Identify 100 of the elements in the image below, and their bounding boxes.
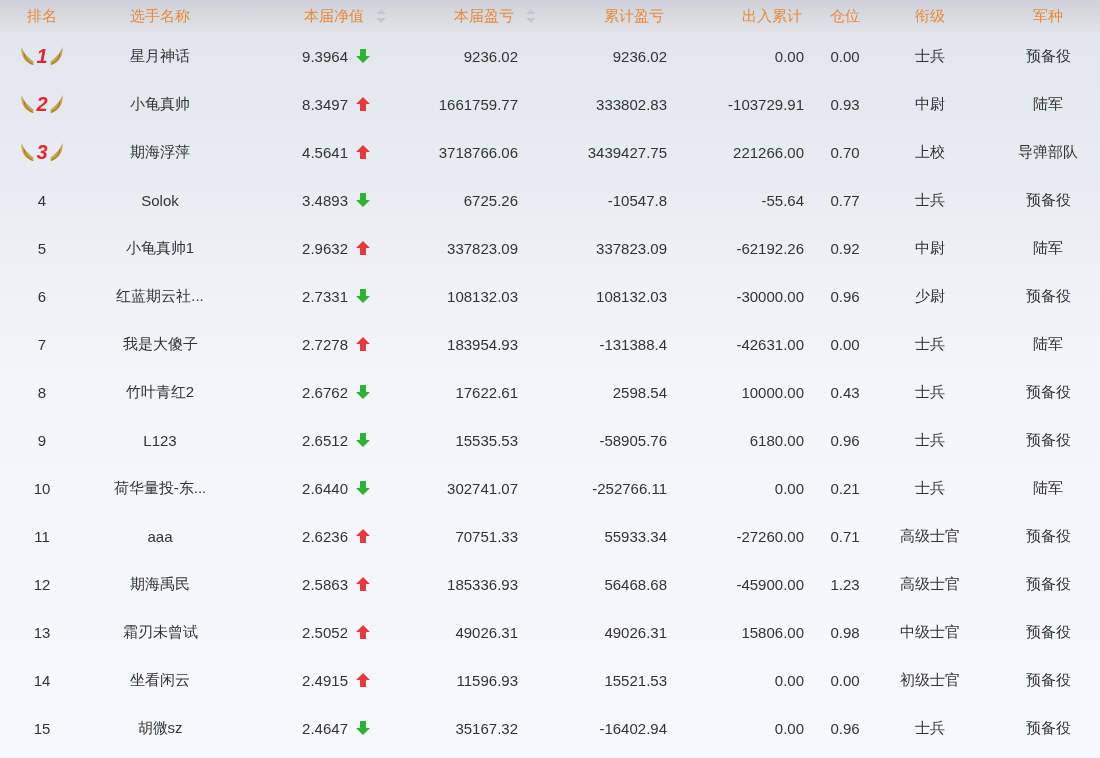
column-header: 衔级 bbox=[915, 6, 945, 26]
table-cell: 预备役 bbox=[1025, 622, 1071, 642]
table-cell: -42631.00 bbox=[736, 335, 804, 353]
table-cell: 高级士官 bbox=[900, 526, 960, 546]
table-cell: 0.96 bbox=[830, 431, 860, 449]
table-cell: 15521.53 bbox=[604, 671, 667, 689]
table-cell: 185336.93 bbox=[447, 575, 518, 593]
table-cell: 0.00 bbox=[774, 479, 804, 497]
rank-number: 4 bbox=[37, 191, 47, 209]
table-cell: 17622.61 bbox=[455, 383, 518, 401]
winged-rank-badge: 1 bbox=[19, 44, 65, 68]
table-cell: 0.21 bbox=[830, 479, 860, 497]
rank-number: 9 bbox=[37, 431, 47, 449]
table-cell: 上校 bbox=[915, 142, 945, 162]
table-cell: 0.70 bbox=[830, 143, 860, 161]
rank-number: 15 bbox=[33, 719, 51, 737]
table-cell: 3.4893 bbox=[302, 191, 348, 209]
table-cell: 2.7278 bbox=[302, 335, 348, 353]
column-header: 选手名称 bbox=[130, 6, 190, 26]
table-cell: 中尉 bbox=[915, 238, 945, 258]
table-cell: 士兵 bbox=[915, 382, 945, 402]
table-cell: 初级士官 bbox=[900, 670, 960, 690]
winged-rank-badge: 3 bbox=[19, 140, 65, 164]
table-cell: 预备役 bbox=[1025, 670, 1071, 690]
table-cell: 0.00 bbox=[830, 47, 860, 65]
table-cell: 陆军 bbox=[1033, 478, 1063, 498]
table-cell: 0.96 bbox=[830, 287, 860, 305]
player-name: aaa bbox=[147, 527, 173, 545]
column-header: 仓位 bbox=[830, 6, 860, 26]
table-cell: 0.00 bbox=[830, 335, 860, 353]
player-name: 我是大傻子 bbox=[122, 334, 198, 354]
table-cell: 15535.53 bbox=[455, 431, 518, 449]
table-cell: 陆军 bbox=[1033, 334, 1063, 354]
table-cell: 56468.68 bbox=[604, 575, 667, 593]
table-cell: 2.7331 bbox=[302, 287, 348, 305]
player-name: 小龟真帅 bbox=[130, 94, 190, 114]
table-cell: 士兵 bbox=[915, 334, 945, 354]
table-cell: -10547.8 bbox=[607, 191, 667, 209]
table-cell: 35167.32 bbox=[455, 719, 518, 737]
table-cell: 70751.33 bbox=[455, 527, 518, 545]
table-cell: 预备役 bbox=[1025, 190, 1071, 210]
table-cell: 1661759.77 bbox=[438, 95, 518, 113]
table-cell: 49026.31 bbox=[604, 623, 667, 641]
rank-number: 14 bbox=[33, 671, 51, 689]
player-name: Solok bbox=[141, 191, 179, 209]
table-cell: 2.6512 bbox=[302, 431, 348, 449]
table-cell: 2.4647 bbox=[302, 719, 348, 737]
rank-number: 11 bbox=[34, 527, 50, 545]
rank-number: 7 bbox=[37, 335, 47, 353]
table-cell: 高级士官 bbox=[900, 574, 960, 594]
table-cell: 士兵 bbox=[915, 478, 945, 498]
player-name: 星月神话 bbox=[130, 46, 190, 66]
table-cell: 预备役 bbox=[1025, 430, 1071, 450]
column-header: 军种 bbox=[1033, 6, 1063, 26]
table-cell: 10000.00 bbox=[741, 383, 804, 401]
table-cell: 2598.54 bbox=[612, 383, 667, 401]
player-name: 期海浮萍 bbox=[130, 142, 190, 162]
rank-number: 10 bbox=[33, 479, 51, 497]
table-cell: 0.00 bbox=[830, 671, 860, 689]
table-cell: 8.3497 bbox=[302, 95, 348, 113]
table-cell: 9.3964 bbox=[302, 47, 348, 65]
table-cell: -30000.00 bbox=[736, 287, 804, 305]
column-header[interactable]: 本届净值 bbox=[304, 6, 386, 26]
player-name: 坐看闲云 bbox=[130, 670, 190, 690]
table-cell: 337823.09 bbox=[596, 239, 667, 257]
table-cell: 2.4915 bbox=[302, 671, 348, 689]
table-cell: 1.23 bbox=[830, 575, 860, 593]
table-cell: 士兵 bbox=[915, 718, 945, 738]
player-name: 霜刃未曾试 bbox=[122, 622, 198, 642]
table-cell: 2.6762 bbox=[302, 383, 348, 401]
table-cell: 0.00 bbox=[774, 47, 804, 65]
table-cell: 0.00 bbox=[774, 719, 804, 737]
table-cell: 士兵 bbox=[915, 190, 945, 210]
player-name: 期海禹民 bbox=[130, 574, 190, 594]
table-cell: -252766.11 bbox=[592, 479, 667, 497]
player-name: 竹叶青红2 bbox=[125, 382, 195, 402]
table-cell: -45900.00 bbox=[736, 575, 804, 593]
player-name: 小龟真帅1 bbox=[125, 238, 195, 258]
table-cell: 6180.00 bbox=[749, 431, 804, 449]
table-cell: 0.98 bbox=[830, 623, 860, 641]
table-cell: 0.92 bbox=[830, 239, 860, 257]
table-cell: -103729.91 bbox=[728, 95, 804, 113]
column-header: 排名 bbox=[27, 6, 57, 26]
table-cell: 少尉 bbox=[915, 286, 945, 306]
column-header[interactable]: 本届盈亏 bbox=[454, 6, 536, 26]
table-cell: 中尉 bbox=[915, 94, 945, 114]
table-cell: 预备役 bbox=[1025, 382, 1071, 402]
table-cell: 士兵 bbox=[915, 46, 945, 66]
table-cell: 中级士官 bbox=[900, 622, 960, 642]
table-cell: 183954.93 bbox=[447, 335, 518, 353]
rank-number: 5 bbox=[37, 239, 47, 257]
player-name: 荷华量投-东... bbox=[113, 478, 207, 498]
table-cell: 337823.09 bbox=[447, 239, 518, 257]
player-name: 红蓝期云社... bbox=[116, 286, 204, 306]
table-cell: 302741.07 bbox=[447, 479, 518, 497]
table-cell: 2.6236 bbox=[302, 527, 348, 545]
table-cell: 221266.00 bbox=[733, 143, 804, 161]
rank-number: 13 bbox=[33, 623, 51, 641]
table-cell: 9236.02 bbox=[463, 47, 518, 65]
table-cell: 55933.34 bbox=[604, 527, 667, 545]
